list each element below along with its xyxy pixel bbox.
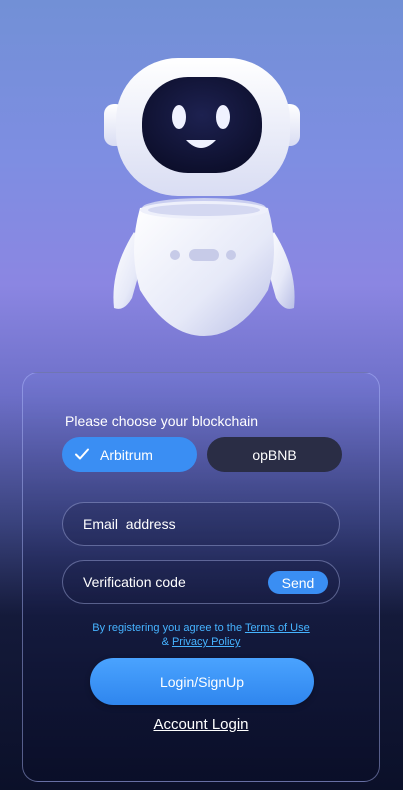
terms-prefix: By registering you agree to the bbox=[92, 622, 243, 634]
chain-option-label: opBNB bbox=[252, 446, 297, 463]
email-field[interactable] bbox=[83, 503, 263, 545]
chain-option-opbnb[interactable]: opBNB bbox=[207, 437, 342, 472]
verification-field-container: Send bbox=[62, 560, 340, 604]
account-login-link[interactable]: Account Login bbox=[22, 716, 380, 733]
email-field-container bbox=[62, 502, 340, 546]
terms-notice: By registering you agree to the Terms of… bbox=[22, 621, 380, 649]
send-code-button[interactable]: Send bbox=[268, 571, 328, 594]
robot-mascot-icon bbox=[104, 58, 300, 336]
terms-connector: & bbox=[161, 636, 169, 648]
login-signup-button[interactable]: Login/SignUp bbox=[90, 658, 314, 705]
checkmark-icon bbox=[75, 448, 89, 460]
blockchain-label: Please choose your blockchain bbox=[65, 413, 259, 429]
chain-option-arbitrum[interactable]: Arbitrum bbox=[62, 437, 197, 472]
chain-option-label: Arbitrum bbox=[100, 446, 153, 463]
privacy-policy-link[interactable]: Privacy Policy bbox=[172, 636, 240, 648]
terms-of-use-link[interactable]: Terms of Use bbox=[245, 622, 310, 634]
verification-code-field[interactable] bbox=[83, 561, 263, 603]
